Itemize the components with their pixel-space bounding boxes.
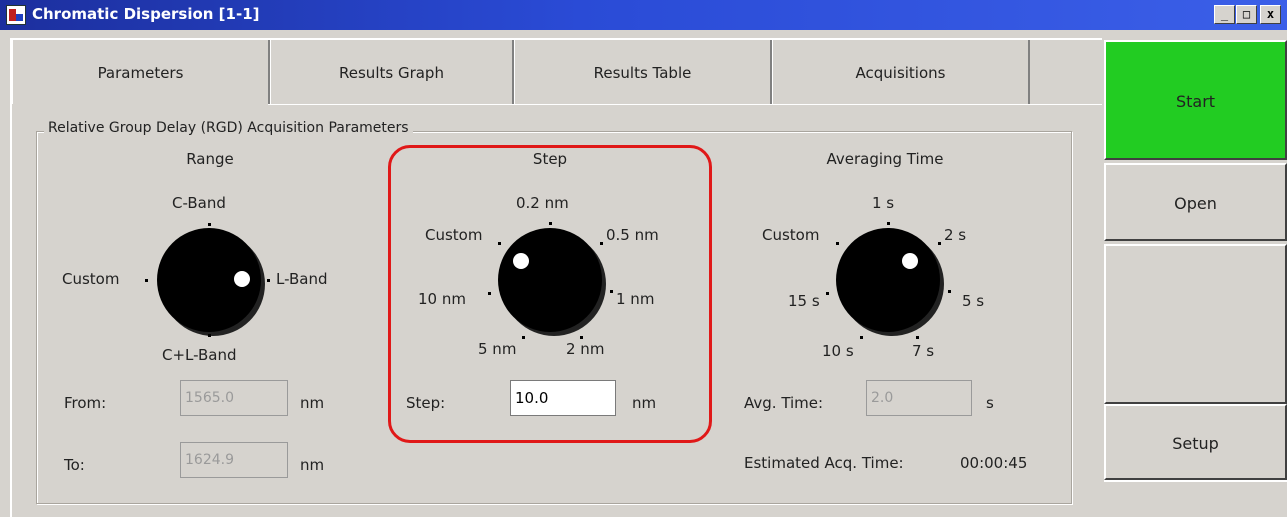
step-label: Step: [406,394,446,412]
range-knob[interactable] [140,220,280,340]
knob-indicator [902,253,918,269]
avg-option-1s[interactable]: 1 s [872,194,894,212]
tick [549,222,552,225]
tab-acquisitions[interactable]: Acquisitions [772,40,1030,104]
tick [887,222,890,225]
tick [916,336,919,339]
tick [488,292,491,295]
step-option-0-5nm[interactable]: 0.5 nm [606,226,659,244]
tab-parameters[interactable]: Parameters [12,40,270,104]
tab-results-table[interactable]: Results Table [514,40,772,104]
tab-results-graph[interactable]: Results Graph [270,40,514,104]
step-title: Step [532,150,568,168]
avg-option-5s[interactable]: 5 s [962,292,984,310]
tick [208,223,211,226]
range-option-custom[interactable]: Custom [62,270,119,288]
to-unit: nm [300,456,325,474]
tick [948,290,951,293]
range-option-c-l-band[interactable]: C+L-Band [162,346,237,364]
averaging-knob[interactable] [818,218,958,348]
rotary-knob-icon [498,228,602,332]
step-option-5nm[interactable]: 5 nm [478,340,516,358]
step-option-10nm[interactable]: 10 nm [418,290,466,308]
to-field[interactable] [180,442,288,478]
rotary-knob-icon [836,228,940,332]
averaging-title: Averaging Time [826,150,944,168]
open-button[interactable]: Open [1104,163,1287,241]
avg-time-field[interactable] [866,380,972,416]
range-option-l-band[interactable]: L-Band [276,270,327,288]
step-knob[interactable] [480,218,620,348]
start-button[interactable]: Start [1104,40,1287,160]
tick [836,242,839,245]
tick [826,292,829,295]
group-title: Relative Group Delay (RGD) Acquisition P… [44,120,413,136]
tick [267,279,270,282]
avg-option-2s[interactable]: 2 s [944,226,966,244]
knob-indicator [234,271,250,287]
close-button[interactable]: x [1260,5,1281,24]
tick [860,336,863,339]
window-title: Chromatic Dispersion [1-1] [32,5,260,23]
tick [600,242,603,245]
minimize-button[interactable]: _ [1214,5,1235,24]
side-panel-footer [1104,480,1287,517]
tab-divider [268,104,1102,105]
avg-option-10s[interactable]: 10 s [822,342,854,360]
maximize-button[interactable]: □ [1236,5,1257,24]
from-label: From: [64,394,107,412]
step-option-2nm[interactable]: 2 nm [566,340,604,358]
tick [208,334,211,337]
tick [145,279,148,282]
tick [610,290,613,293]
estimated-time-label: Estimated Acq. Time: [744,454,904,472]
from-unit: nm [300,394,325,412]
step-field[interactable] [510,380,616,416]
avg-time-unit: s [986,394,994,412]
step-option-1nm[interactable]: 1 nm [616,290,654,308]
step-option-custom[interactable]: Custom [425,226,482,244]
from-field[interactable] [180,380,288,416]
tick [938,242,941,245]
app-icon [6,5,26,25]
range-option-c-band[interactable]: C-Band [172,194,226,212]
tick [522,336,525,339]
side-panel-spacer [1104,244,1287,404]
knob-indicator [513,253,529,269]
avg-option-7s[interactable]: 7 s [912,342,934,360]
step-option-0-2nm[interactable]: 0.2 nm [516,194,569,212]
avg-time-label: Avg. Time: [744,394,824,412]
setup-button[interactable]: Setup [1104,404,1287,480]
tick [580,336,583,339]
estimated-time-value: 00:00:45 [960,454,1028,472]
range-title: Range [186,150,234,168]
avg-option-custom[interactable]: Custom [762,226,819,244]
to-label: To: [64,456,85,474]
avg-option-15s[interactable]: 15 s [788,292,820,310]
step-unit: nm [632,394,657,412]
tick [498,242,501,245]
